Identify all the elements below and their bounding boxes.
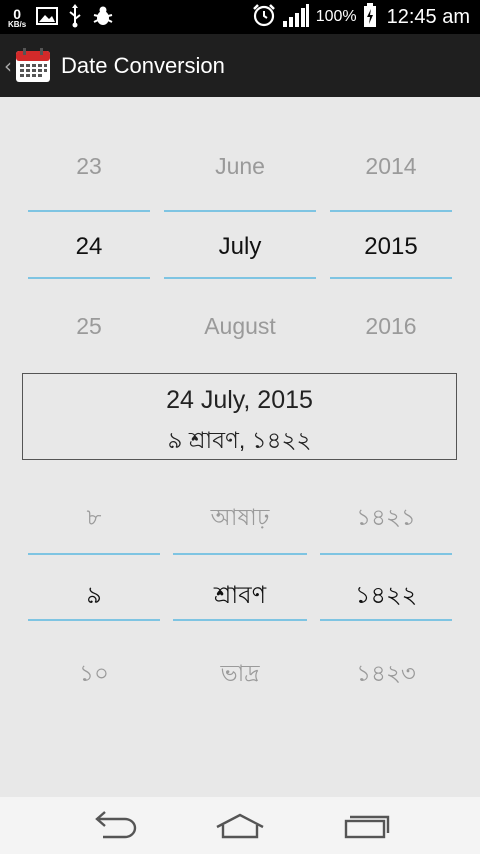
- picker-divider: [320, 553, 452, 555]
- conversion-result-box: 24 July, 2015 ৯ শ্রাবণ, ১৪২২: [22, 373, 457, 460]
- bengali-day-prev[interactable]: ৮: [28, 499, 160, 538]
- navigation-bar: [0, 797, 480, 854]
- content-area: 23 24 25 June July August 2014 2015 2016…: [0, 97, 480, 797]
- app-title: Date Conversion: [61, 52, 225, 78]
- net-speed: 0 KB/s: [8, 7, 26, 29]
- result-bengali-date: ৯ শ্রাবণ, ১৪২২: [167, 427, 312, 453]
- result-english-date: 24 July, 2015: [166, 386, 313, 414]
- picker-divider: [330, 277, 452, 279]
- bengali-month-next[interactable]: ভাদ্র: [173, 655, 307, 694]
- battery-percent: 100%: [315, 8, 357, 25]
- gregorian-day-selected[interactable]: 24: [28, 233, 150, 261]
- gregorian-day-picker[interactable]: 23 24 25: [28, 137, 150, 340]
- picker-divider: [28, 210, 150, 212]
- debug-bug-icon: [92, 5, 114, 31]
- bengali-month-prev[interactable]: আষাঢ়: [173, 499, 307, 538]
- gregorian-year-next[interactable]: 2016: [330, 313, 452, 340]
- bengali-year-selected[interactable]: ১৪২২: [320, 577, 452, 617]
- signal-icon: [282, 3, 310, 32]
- calendar-icon[interactable]: [15, 47, 51, 84]
- bengali-day-next[interactable]: ১০: [28, 655, 160, 694]
- picker-divider: [164, 210, 316, 212]
- bengali-year-prev[interactable]: ১৪২১: [320, 499, 452, 538]
- gregorian-month-selected[interactable]: July: [164, 233, 316, 261]
- gregorian-day-next[interactable]: 25: [28, 313, 150, 340]
- bengali-day-selected[interactable]: ৯: [28, 577, 160, 617]
- gregorian-year-selected[interactable]: 2015: [330, 233, 452, 261]
- gregorian-month-prev[interactable]: June: [164, 153, 316, 180]
- gregorian-month-picker[interactable]: June July August: [164, 137, 316, 340]
- bengali-year-picker[interactable]: ১৪২১ ১৪২২ ১৪২৩: [320, 495, 452, 695]
- bengali-month-picker[interactable]: আষাঢ় শ্রাবণ ভাদ্র: [173, 495, 307, 695]
- clock: 12:45 am: [386, 5, 470, 28]
- picker-divider: [173, 553, 307, 555]
- bengali-year-next[interactable]: ১৪২৩: [320, 655, 452, 694]
- alarm-icon: [252, 3, 276, 32]
- picker-divider: [28, 619, 160, 621]
- recent-apps-icon[interactable]: [337, 807, 397, 845]
- gregorian-month-next[interactable]: August: [164, 313, 316, 340]
- image-icon: [36, 6, 59, 30]
- battery-icon: [363, 2, 377, 32]
- up-caret-icon[interactable]: ‹: [4, 54, 12, 78]
- gregorian-year-picker[interactable]: 2014 2015 2016: [330, 137, 452, 340]
- picker-divider: [28, 553, 160, 555]
- gregorian-day-prev[interactable]: 23: [28, 153, 150, 180]
- picker-divider: [330, 210, 452, 212]
- net-speed-value: 0: [13, 6, 22, 22]
- net-speed-unit: KB/s: [8, 20, 27, 29]
- picker-divider: [173, 619, 307, 621]
- gregorian-year-prev[interactable]: 2014: [330, 153, 452, 180]
- picker-divider: [320, 619, 452, 621]
- bengali-day-picker[interactable]: ৮ ৯ ১০: [28, 495, 160, 695]
- bengali-month-selected[interactable]: শ্রাবণ: [173, 577, 307, 617]
- back-icon[interactable]: [83, 807, 143, 845]
- home-icon[interactable]: [210, 807, 270, 845]
- picker-divider: [164, 277, 316, 279]
- usb-icon: [68, 4, 82, 32]
- status-bar: 0 KB/s 100% 12:45 am: [0, 0, 480, 34]
- action-bar: ‹ Date Conversion: [0, 34, 480, 97]
- picker-divider: [28, 277, 150, 279]
